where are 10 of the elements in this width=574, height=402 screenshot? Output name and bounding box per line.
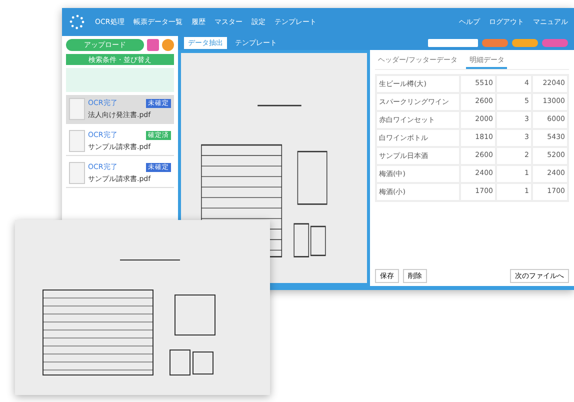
document-thumbnail bbox=[69, 130, 85, 152]
select-field[interactable] bbox=[428, 39, 478, 47]
action-button[interactable] bbox=[482, 39, 508, 47]
document-thumbnail bbox=[69, 162, 85, 184]
logo-icon bbox=[68, 13, 86, 31]
action-button[interactable] bbox=[542, 39, 568, 47]
action-button[interactable] bbox=[512, 39, 538, 47]
refresh-button[interactable] bbox=[162, 39, 174, 51]
document-thumbnail bbox=[69, 98, 85, 120]
grid-button[interactable] bbox=[147, 39, 159, 51]
